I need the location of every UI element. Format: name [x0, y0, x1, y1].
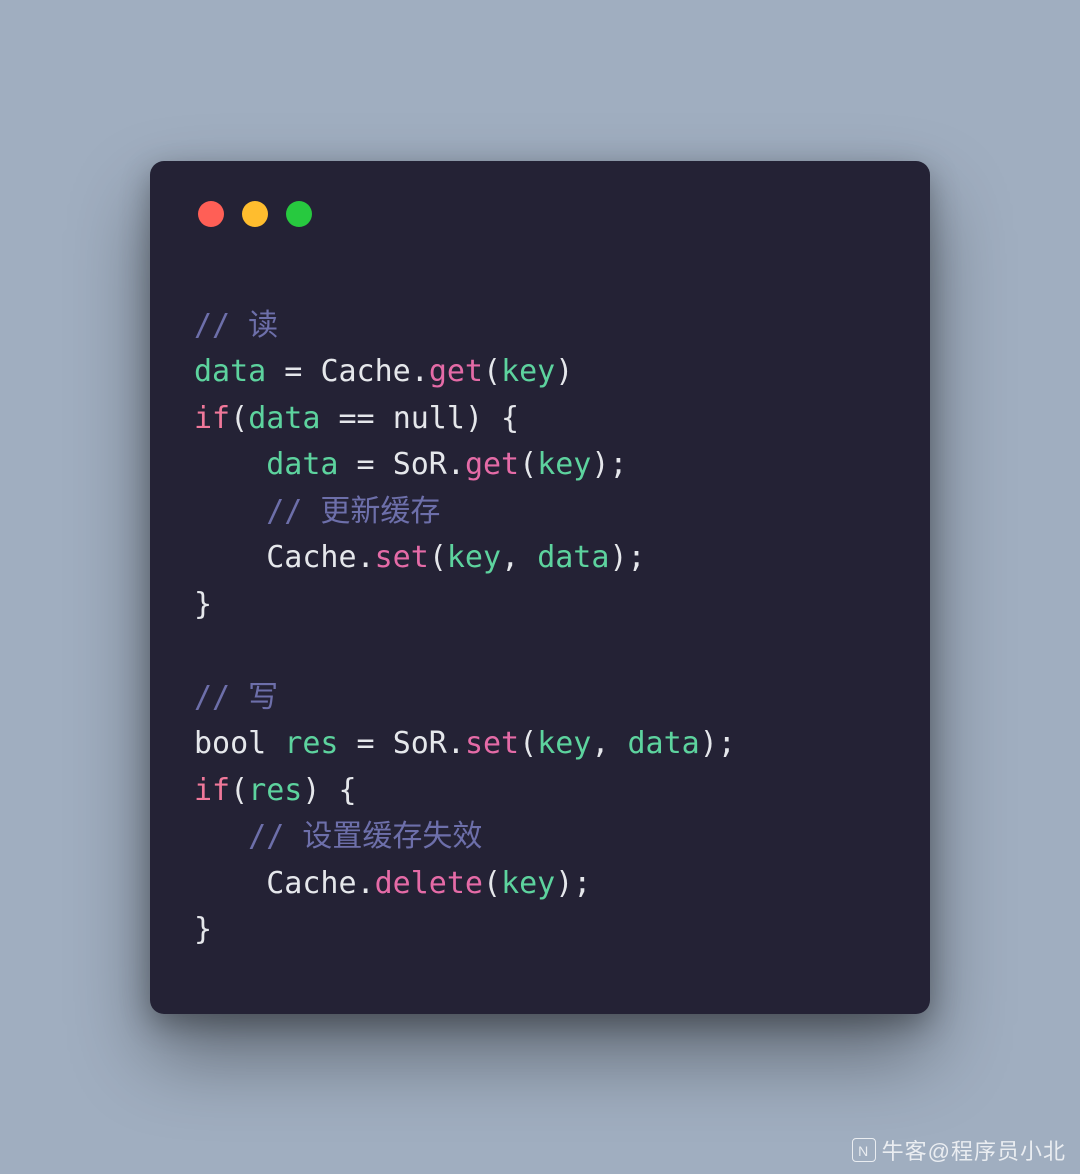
code-comment: // 写 [194, 680, 278, 715]
code-token: ( [519, 726, 537, 761]
code-token: ); [700, 726, 736, 761]
watermark: N 牛客@程序员小北 [852, 1134, 1066, 1166]
code-token: null [393, 401, 465, 436]
code-token: . [411, 354, 429, 389]
code-token: ) [555, 354, 573, 389]
code-token: res [248, 773, 302, 808]
code-token: Cache [194, 540, 357, 575]
code-token: , [591, 726, 627, 761]
code-token: ( [519, 447, 537, 482]
code-token: SoR [393, 447, 447, 482]
code-token: . [357, 540, 375, 575]
code-token: ) { [465, 401, 519, 436]
code-window: // 读 data = Cache.get(key) if(data == nu… [150, 161, 930, 1014]
minimize-icon [242, 201, 268, 227]
code-token: ( [230, 773, 248, 808]
code-token: get [429, 354, 483, 389]
watermark-text: 牛客@程序员小北 [882, 1134, 1066, 1166]
code-token: ( [483, 354, 501, 389]
code-token: } [194, 587, 212, 622]
code-token: ( [429, 540, 447, 575]
code-token: = [266, 354, 320, 389]
code-token: data [194, 354, 266, 389]
code-token: key [501, 354, 555, 389]
code-token: delete [375, 866, 483, 901]
code-token: get [465, 447, 519, 482]
code-token: if [194, 401, 230, 436]
close-icon [198, 201, 224, 227]
code-token: bool [194, 726, 266, 761]
code-token: ); [591, 447, 627, 482]
code-token: key [501, 866, 555, 901]
code-token: = [339, 726, 393, 761]
code-token: data [194, 447, 339, 482]
watermark-icon: N [852, 1138, 876, 1162]
code-token: . [357, 866, 375, 901]
code-token: = [339, 447, 393, 482]
traffic-lights [194, 201, 886, 227]
code-token [266, 726, 284, 761]
code-token: . [447, 447, 465, 482]
code-token: res [284, 726, 338, 761]
code-token: ( [230, 401, 248, 436]
code-token: SoR [393, 726, 447, 761]
code-token: set [375, 540, 429, 575]
code-token: key [447, 540, 501, 575]
code-token: ); [609, 540, 645, 575]
code-token: data [628, 726, 700, 761]
code-token: set [465, 726, 519, 761]
code-comment: // 更新缓存 [194, 494, 440, 529]
code-token: Cache [320, 354, 410, 389]
code-token: data [248, 401, 320, 436]
code-token: ) { [302, 773, 356, 808]
code-token: ); [555, 866, 591, 901]
code-token: key [537, 726, 591, 761]
code-token: , [501, 540, 537, 575]
code-block: // 读 data = Cache.get(key) if(data == nu… [194, 303, 886, 954]
code-comment: // 读 [194, 308, 278, 343]
zoom-icon [286, 201, 312, 227]
code-token: ( [483, 866, 501, 901]
code-comment: // 设置缓存失效 [194, 819, 482, 854]
code-token: if [194, 773, 230, 808]
code-token: } [194, 912, 212, 947]
code-token: key [537, 447, 591, 482]
code-token: . [447, 726, 465, 761]
code-token: == [320, 401, 392, 436]
code-token: Cache [194, 866, 357, 901]
code-token: data [537, 540, 609, 575]
